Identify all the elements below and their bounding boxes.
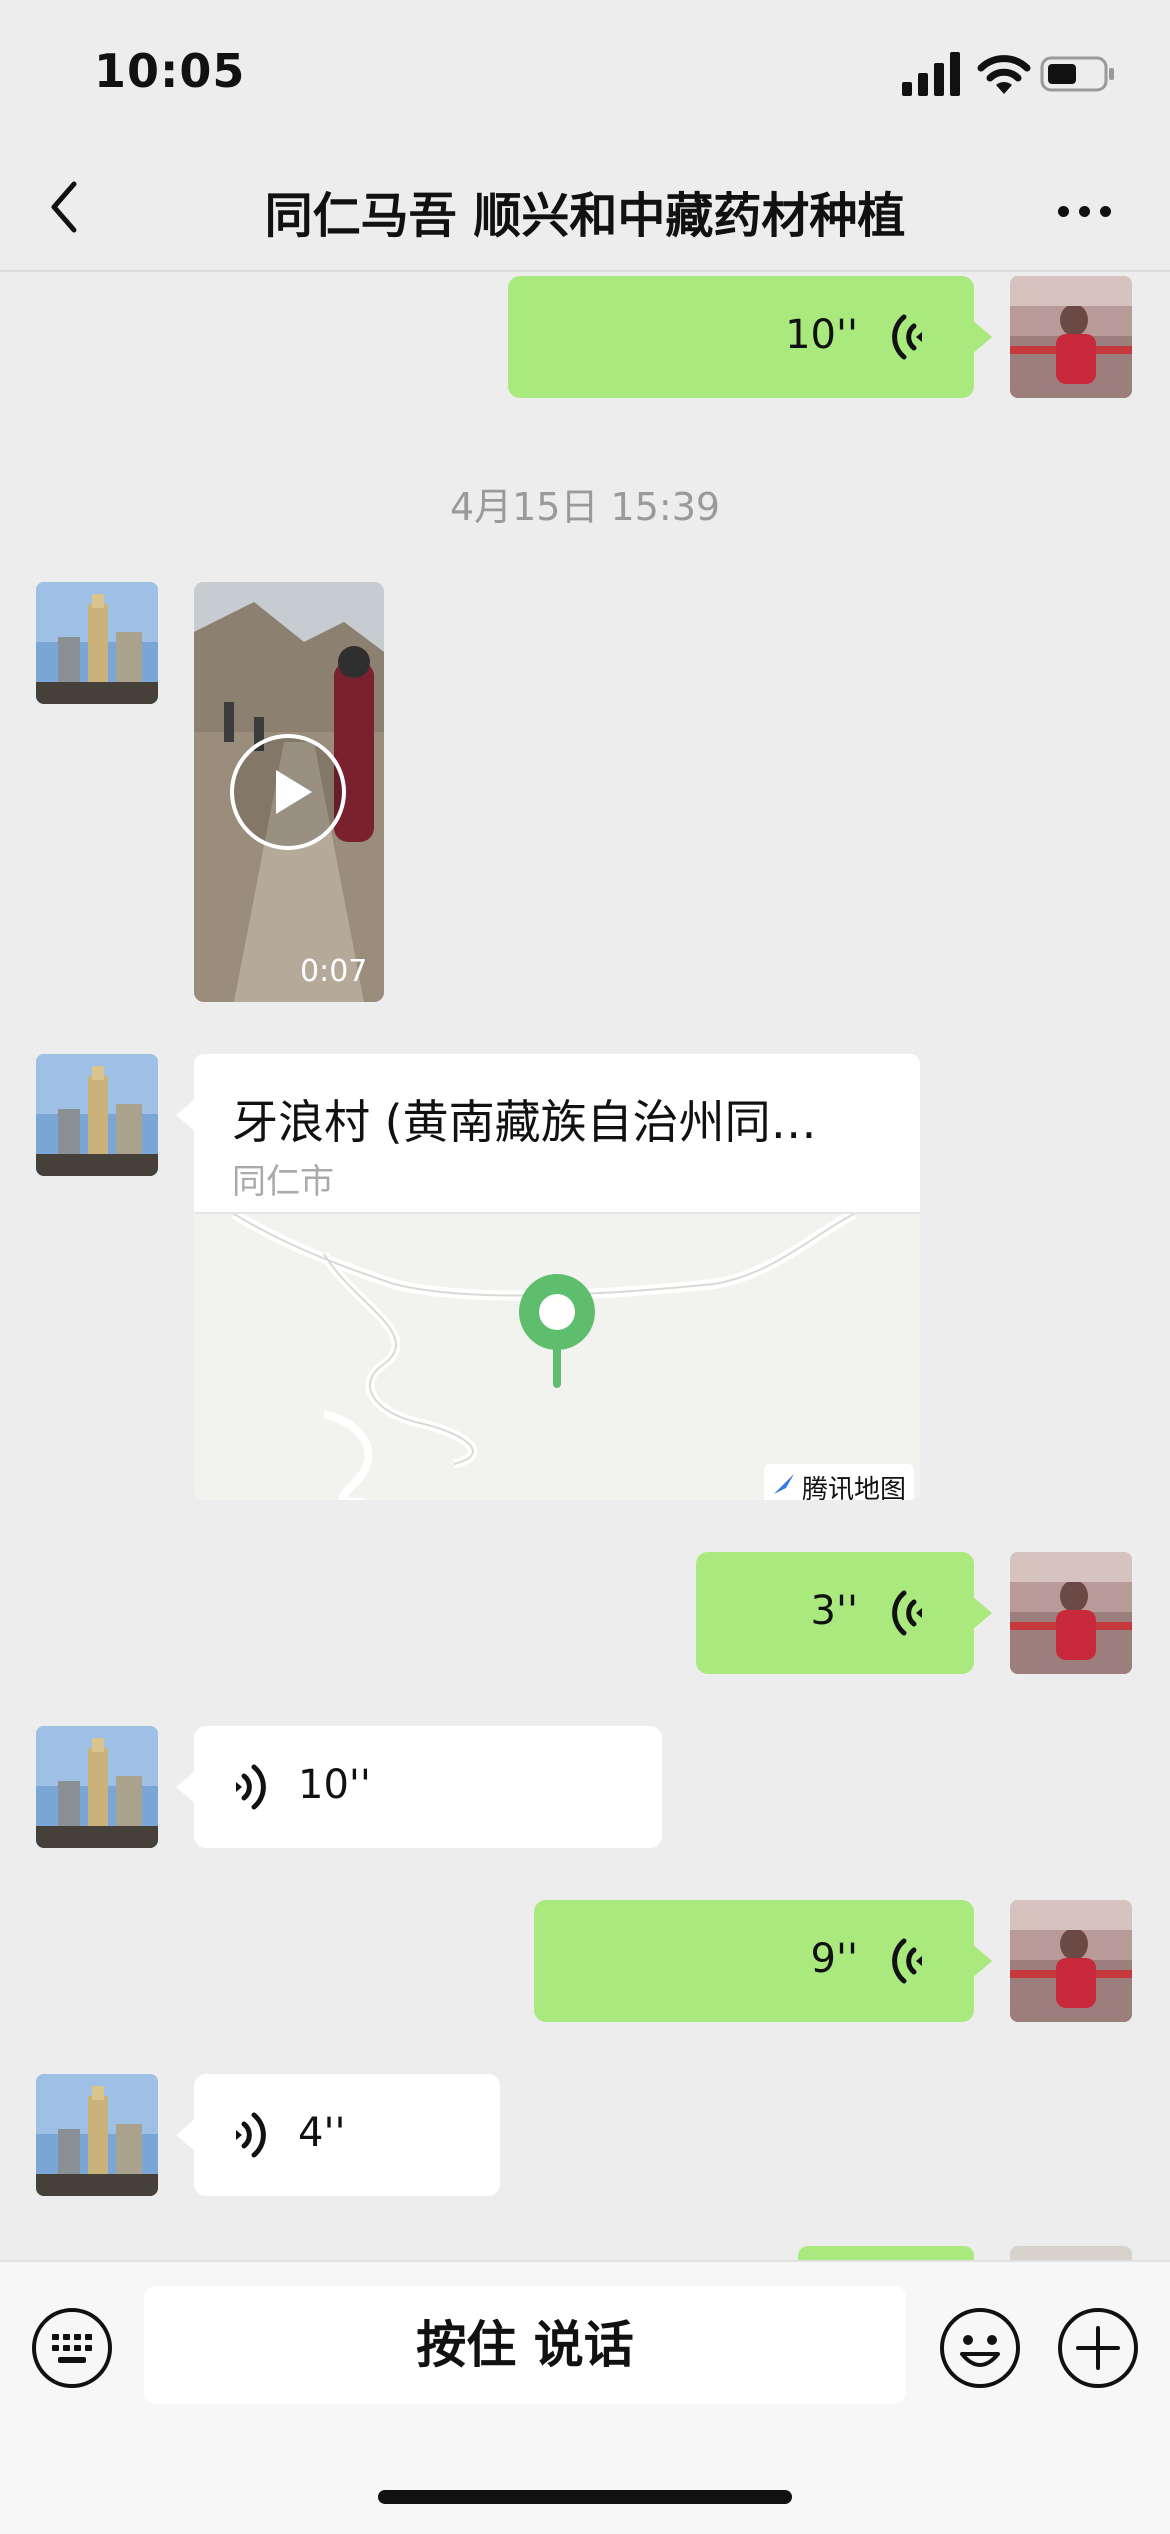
location-name: 牙浪村 (黄南藏族自治州同… xyxy=(232,1095,817,1149)
message-timestamp: 4月15日 15:39 xyxy=(449,485,721,529)
location-card[interactable]: 牙浪村 (黄南藏族自治州同… 同仁市 腾讯地图 xyxy=(194,1054,920,1500)
voice-wave-icon xyxy=(236,1764,266,1810)
wifi-icon xyxy=(977,55,1031,94)
map-brand-icon xyxy=(774,1474,794,1494)
battery-icon xyxy=(1040,56,1114,92)
contact-avatar[interactable] xyxy=(36,1726,158,1848)
voice-message-bubble[interactable]: 3'' xyxy=(696,1552,992,1674)
my-avatar[interactable] xyxy=(1010,1552,1132,1674)
video-duration: 0:07 xyxy=(300,954,368,989)
voice-wave-icon xyxy=(892,1590,922,1636)
partial-avatar xyxy=(1010,2246,1132,2260)
status-time: 10:05 xyxy=(94,44,246,98)
contact-avatar[interactable] xyxy=(36,2074,158,2196)
location-map: 腾讯地图 xyxy=(194,1209,920,1500)
map-pin-icon xyxy=(519,1274,595,1388)
voice-wave-icon xyxy=(892,1938,922,1984)
voice-duration: 9'' xyxy=(810,1936,858,1982)
play-icon[interactable] xyxy=(228,732,348,852)
keyboard-icon[interactable] xyxy=(30,2306,114,2390)
home-indicator xyxy=(378,2490,792,2504)
more-options-icon[interactable] xyxy=(1050,180,1120,240)
chat-title: 同仁马吾 顺兴和中藏药材种植 xyxy=(264,188,906,244)
contact-avatar[interactable] xyxy=(36,582,158,704)
voice-message-bubble[interactable]: 4'' xyxy=(176,2074,500,2196)
voice-wave-icon xyxy=(236,2112,266,2158)
voice-message-bubble[interactable]: 10'' xyxy=(176,1726,662,1848)
back-icon[interactable] xyxy=(40,172,90,242)
voice-duration: 10'' xyxy=(785,312,858,358)
cellular-signal-icon xyxy=(902,52,960,96)
plus-icon[interactable] xyxy=(1056,2306,1140,2390)
my-avatar[interactable] xyxy=(1010,1900,1132,2022)
voice-duration: 3'' xyxy=(810,1588,858,1634)
hold-to-talk-button[interactable]: 按住 说话 xyxy=(144,2286,906,2404)
bubble-tail xyxy=(176,1098,196,1132)
map-brand-text: 腾讯地图 xyxy=(802,1475,907,1500)
my-avatar[interactable] xyxy=(1010,276,1132,398)
voice-wave-icon xyxy=(892,314,922,360)
contact-avatar[interactable] xyxy=(36,1054,158,1176)
emoji-icon[interactable] xyxy=(938,2306,1022,2390)
voice-message-bubble[interactable]: 10'' xyxy=(508,276,992,398)
voice-message-bubble[interactable]: 9'' xyxy=(534,1900,992,2022)
map-brand-label: 腾讯地图 xyxy=(764,1464,914,1500)
voice-duration: 10'' xyxy=(298,1762,371,1808)
voice-duration: 4'' xyxy=(298,2110,346,2156)
partial-message-bubble xyxy=(798,2246,974,2260)
location-city: 同仁市 xyxy=(232,1162,334,1202)
